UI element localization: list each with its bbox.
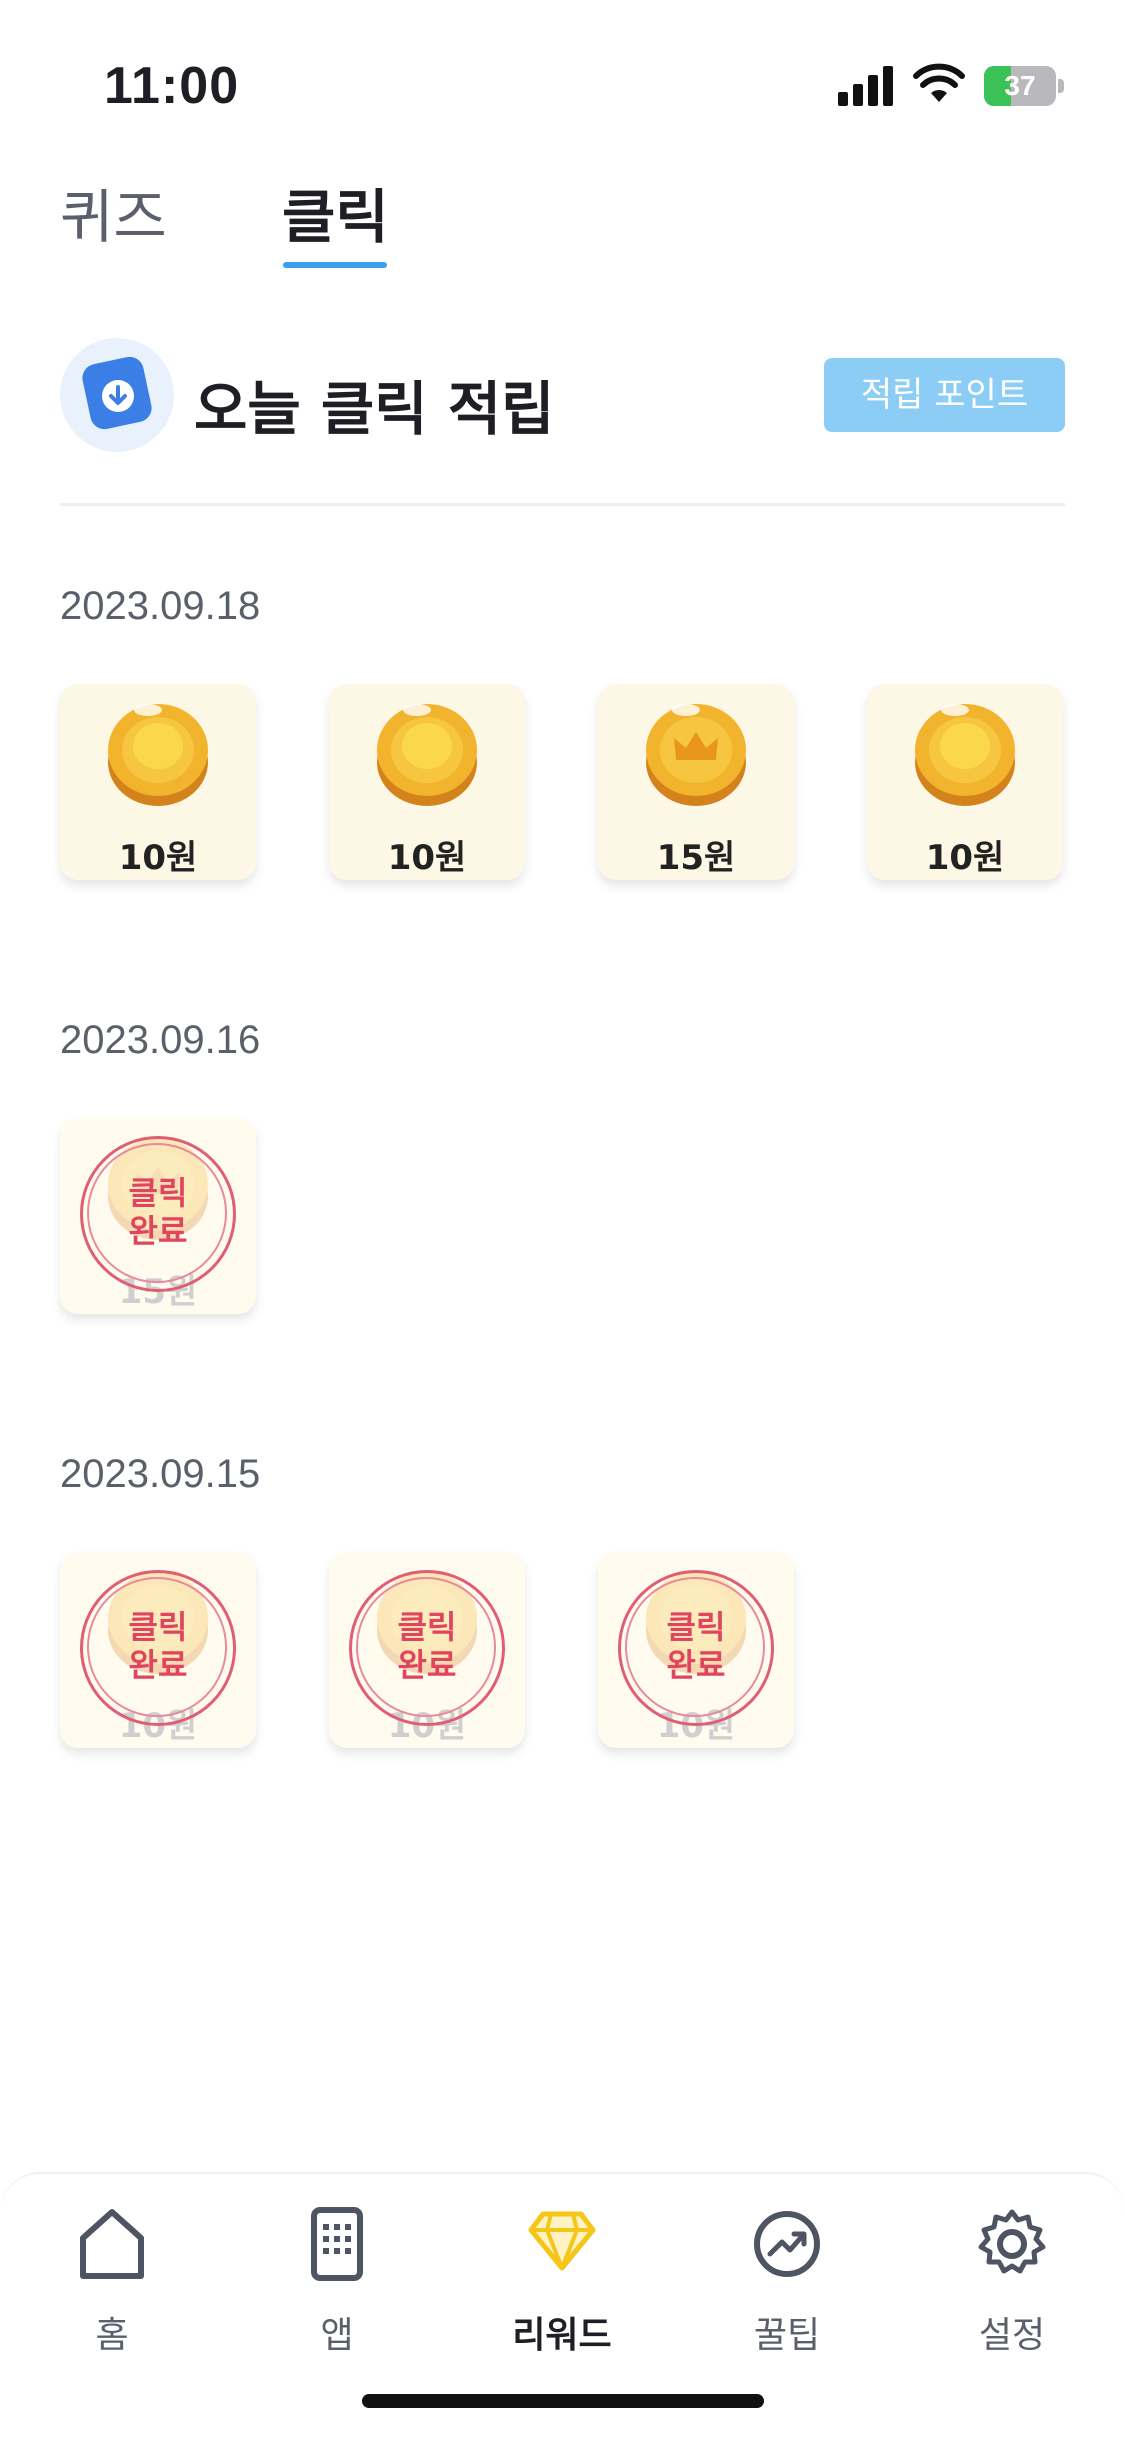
status-time: 11:00 [104, 57, 240, 115]
status-bar: 11:00 37 [0, 0, 1125, 170]
trend-icon [754, 2211, 820, 2277]
reward-card[interactable]: 15원 [598, 684, 794, 880]
reward-card[interactable]: 10원 [60, 684, 256, 880]
tab-quiz[interactable]: 퀴즈 [60, 170, 167, 254]
reward-card-completed: 10원 클릭 완료 [60, 1552, 256, 1748]
section-date: 2023.09.16 [60, 1018, 261, 1062]
reward-amount: 10원 [118, 838, 198, 878]
points-button[interactable]: 적립 포인트 [824, 358, 1065, 432]
nav-home[interactable]: 홈 [32, 2206, 192, 2356]
click-complete-stamp: 클릭 완료 [80, 1570, 236, 1726]
click-complete-stamp: 클릭 완료 [349, 1570, 505, 1726]
app-grid-icon [311, 2207, 363, 2281]
click-reward-icon [60, 338, 174, 452]
diamond-icon [528, 2211, 596, 2271]
coin-icon [108, 704, 208, 806]
coin-icon [915, 704, 1015, 806]
nav-tips[interactable]: 꿀팁 [707, 2206, 867, 2356]
nav-label: 리워드 [512, 2315, 612, 2356]
active-tab-indicator [283, 262, 387, 268]
section-date: 2023.09.18 [60, 584, 261, 628]
divider [60, 503, 1065, 506]
section-date: 2023.09.15 [60, 1452, 261, 1496]
nav-app[interactable]: 앱 [257, 2206, 417, 2356]
home-indicator [362, 2394, 764, 2408]
tab-click[interactable]: 클릭 [282, 170, 389, 254]
reward-card-completed: 15원 클릭 완료 [60, 1118, 256, 1314]
nav-reward[interactable]: 리워드 [482, 2206, 642, 2356]
reward-card-completed: 10원 클릭 완료 [329, 1552, 525, 1748]
battery-level: 37 [1004, 70, 1036, 101]
nav-label: 앱 [320, 2315, 354, 2356]
crown-coin-icon [646, 704, 746, 806]
reward-amount: 10원 [387, 838, 467, 878]
reward-card-completed: 10원 클릭 완료 [598, 1552, 794, 1748]
nav-label: 꿀팁 [753, 2315, 821, 2356]
click-complete-stamp: 클릭 완료 [618, 1570, 774, 1726]
reward-amount: 15원 [656, 838, 736, 878]
click-complete-stamp: 클릭 완료 [80, 1136, 236, 1292]
nav-label: 설정 [978, 2315, 1046, 2356]
home-icon [80, 2209, 144, 2279]
wifi-icon [913, 63, 965, 102]
reward-card[interactable]: 10원 [329, 684, 525, 880]
coin-icon [377, 704, 477, 806]
battery-icon: 37 [984, 66, 1066, 108]
nav-label: 홈 [95, 2315, 129, 2356]
page-title: 오늘 클릭 적립 [194, 375, 555, 443]
nav-settings[interactable]: 설정 [932, 2206, 1092, 2356]
reward-amount: 10원 [925, 838, 1005, 878]
gear-icon [978, 2209, 1046, 2274]
cellular-signal-icon [838, 66, 893, 106]
reward-card[interactable]: 10원 [867, 684, 1063, 880]
